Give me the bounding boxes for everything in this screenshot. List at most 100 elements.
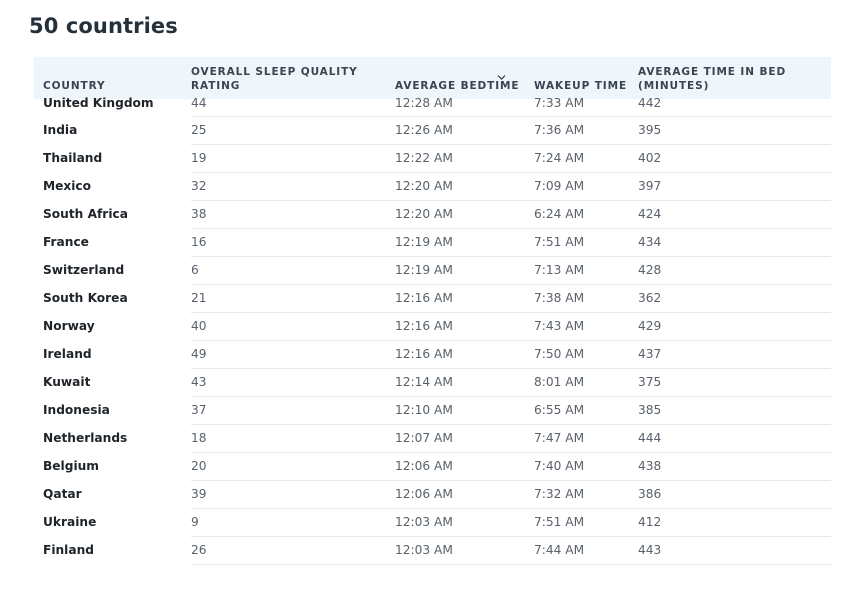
cell-wakeup: 6:24 AM — [534, 200, 638, 229]
column-header-wakeup[interactable]: WAKEUP TIME — [534, 57, 638, 99]
cell-bedtime-text: 12:28 AM — [395, 96, 453, 110]
table-row: South Africa 38 12:20 AM 6:24 AM 424 — [34, 200, 831, 229]
cell-time-in-bed-text: 386 — [638, 487, 662, 501]
cell-rating: 40 — [191, 312, 395, 341]
cell-rating: 25 — [191, 116, 395, 145]
cell-country: Netherlands — [34, 424, 191, 453]
cell-country-text: France — [43, 235, 89, 249]
cell-rating: 43 — [191, 368, 395, 397]
cell-country-text: Finland — [43, 543, 94, 557]
cell-country-text: Switzerland — [43, 263, 125, 277]
column-header-bedtime[interactable]: AVERAGE BEDTIME — [395, 57, 534, 99]
cell-bedtime: 12:16 AM — [395, 312, 534, 341]
cell-rating-text: 32 — [191, 179, 207, 193]
cell-country: Mexico — [34, 172, 191, 201]
cell-wakeup-text: 7:43 AM — [534, 319, 585, 333]
cell-time-in-bed-text: 395 — [638, 123, 662, 137]
cell-time-in-bed-text: 402 — [638, 151, 662, 165]
cell-country-text: Ukraine — [43, 515, 97, 529]
cell-time-in-bed: 362 — [638, 284, 831, 313]
cell-time-in-bed: 428 — [638, 256, 831, 285]
cell-country: Thailand — [34, 144, 191, 173]
column-header-rating[interactable]: OVERALL SLEEP QUALITY RATING — [191, 57, 395, 99]
cell-time-in-bed: 444 — [638, 424, 831, 453]
cell-wakeup: 7:40 AM — [534, 452, 638, 481]
cell-rating-text: 25 — [191, 123, 207, 137]
table-row: Switzerland 6 12:19 AM 7:13 AM 428 — [34, 256, 831, 285]
cell-wakeup: 7:24 AM — [534, 144, 638, 173]
column-header-country[interactable]: COUNTRY — [34, 57, 191, 99]
cell-bedtime-text: 12:19 AM — [395, 263, 453, 277]
cell-wakeup: 7:43 AM — [534, 312, 638, 341]
cell-wakeup: 7:13 AM — [534, 256, 638, 285]
cell-country-text: Ireland — [43, 347, 92, 361]
cell-bedtime: 12:26 AM — [395, 116, 534, 145]
cell-time-in-bed: 402 — [638, 144, 831, 173]
cell-bedtime: 12:19 AM — [395, 228, 534, 257]
cell-country-text: Mexico — [43, 179, 92, 193]
cell-bedtime-text: 12:22 AM — [395, 151, 453, 165]
cell-wakeup-text: 6:55 AM — [534, 403, 585, 417]
cell-bedtime: 12:10 AM — [395, 396, 534, 425]
cell-country: France — [34, 228, 191, 257]
cell-rating: 21 — [191, 284, 395, 313]
cell-country-text: South Korea — [43, 291, 128, 305]
table-row: Finland 26 12:03 AM 7:44 AM 443 — [34, 536, 831, 565]
cell-country-text: Kuwait — [43, 375, 91, 389]
cell-bedtime: 12:03 AM — [395, 508, 534, 537]
cell-rating: 38 — [191, 200, 395, 229]
cell-country-text: Qatar — [43, 487, 82, 501]
table-row: South Korea 21 12:16 AM 7:38 AM 362 — [34, 284, 831, 313]
cell-time-in-bed-text: 397 — [638, 179, 662, 193]
cell-time-in-bed: 437 — [638, 340, 831, 369]
cell-time-in-bed-text: 424 — [638, 207, 662, 221]
cell-wakeup-text: 7:24 AM — [534, 151, 585, 165]
cell-bedtime: 12:22 AM — [395, 144, 534, 173]
cell-wakeup-text: 7:13 AM — [534, 263, 585, 277]
cell-wakeup: 7:51 AM — [534, 508, 638, 537]
cell-wakeup: 8:01 AM — [534, 368, 638, 397]
cell-rating-text: 16 — [191, 235, 207, 249]
cell-wakeup: 7:51 AM — [534, 228, 638, 257]
column-header-time-in-bed[interactable]: AVERAGE TIME IN BED (MINUTES) — [638, 57, 831, 99]
cell-bedtime: 12:28 AM — [395, 96, 534, 117]
cell-wakeup: 7:47 AM — [534, 424, 638, 453]
cell-time-in-bed: 429 — [638, 312, 831, 341]
cell-rating-text: 43 — [191, 375, 207, 389]
cell-bedtime-text: 12:14 AM — [395, 375, 453, 389]
cell-wakeup: 7:09 AM — [534, 172, 638, 201]
cell-rating-text: 19 — [191, 151, 207, 165]
cell-bedtime-text: 12:07 AM — [395, 431, 453, 445]
cell-country-text: Belgium — [43, 459, 100, 473]
cell-rating: 39 — [191, 480, 395, 509]
cell-bedtime-text: 12:03 AM — [395, 515, 453, 529]
cell-country: Switzerland — [34, 256, 191, 285]
cell-time-in-bed: 434 — [638, 228, 831, 257]
cell-rating: 16 — [191, 228, 395, 257]
cell-rating-text: 39 — [191, 487, 207, 501]
cell-time-in-bed-text: 442 — [638, 96, 662, 110]
cell-rating-text: 21 — [191, 291, 207, 305]
cell-time-in-bed: 386 — [638, 480, 831, 509]
cell-wakeup-text: 7:44 AM — [534, 543, 585, 557]
cell-wakeup: 7:32 AM — [534, 480, 638, 509]
cell-time-in-bed: 443 — [638, 536, 831, 565]
chevron-down-icon[interactable] — [497, 73, 506, 82]
cell-time-in-bed-text: 443 — [638, 543, 662, 557]
cell-time-in-bed: 438 — [638, 452, 831, 481]
cell-bedtime-text: 12:16 AM — [395, 319, 453, 333]
cell-rating: 44 — [191, 96, 395, 117]
cell-bedtime-text: 12:10 AM — [395, 403, 453, 417]
table-header-row: COUNTRY OVERALL SLEEP QUALITY RATING AVE… — [34, 57, 831, 99]
cell-wakeup-text: 7:51 AM — [534, 515, 585, 529]
cell-wakeup-text: 7:47 AM — [534, 431, 585, 445]
sleep-data-table-container[interactable]: COUNTRY OVERALL SLEEP QUALITY RATING AVE… — [34, 57, 831, 565]
table-row: Norway 40 12:16 AM 7:43 AM 429 — [34, 312, 831, 341]
table-row: United Kingdom 44 12:28 AM 7:33 AM 442 — [34, 96, 831, 117]
cell-bedtime: 12:20 AM — [395, 172, 534, 201]
cell-country-text: Netherlands — [43, 431, 128, 445]
cell-time-in-bed-text: 385 — [638, 403, 662, 417]
cell-time-in-bed: 412 — [638, 508, 831, 537]
cell-wakeup-text: 6:24 AM — [534, 207, 585, 221]
cell-time-in-bed-text: 375 — [638, 375, 662, 389]
